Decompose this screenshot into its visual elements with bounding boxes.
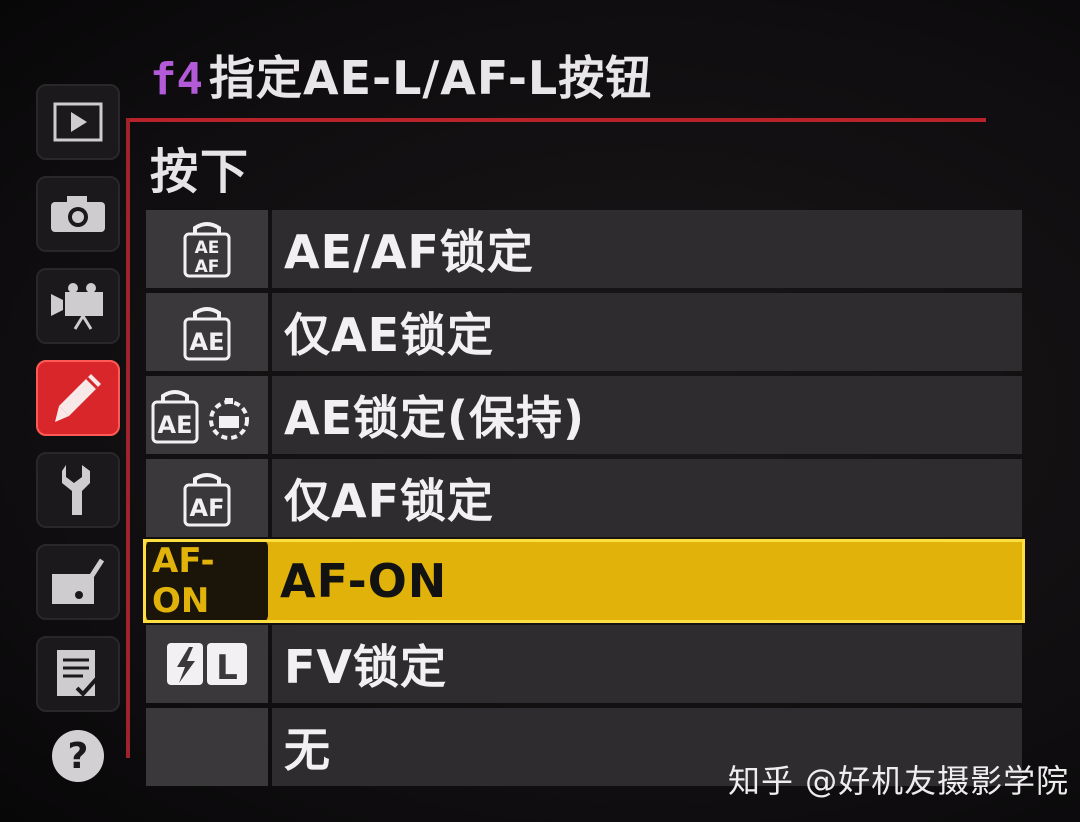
- option-label: 仅AF锁定: [272, 459, 1022, 537]
- pencil-icon: [55, 374, 101, 422]
- camera-menu-screen: f4 指定AE-L/AF-L按钮 ? 按下 AE AF AE/AF锁定 AE 仅…: [0, 0, 1080, 822]
- ae-lock-hold-icon: AE: [146, 376, 268, 454]
- option-ae-af-lock[interactable]: AE AF AE/AF锁定: [146, 210, 1022, 288]
- camera-icon: [51, 196, 105, 232]
- retouch-brush-icon: [52, 558, 105, 604]
- svg-text:AE: AE: [190, 328, 225, 356]
- option-ae-lock-hold[interactable]: AE AE锁定(保持): [146, 376, 1022, 454]
- checklist-icon: [57, 650, 101, 697]
- option-af-lock-only[interactable]: AF 仅AF锁定: [146, 459, 1022, 537]
- movie-camera-icon: [51, 283, 103, 330]
- af-on-icon: AF-ON: [146, 539, 268, 623]
- svg-text:AF: AF: [195, 257, 220, 277]
- option-ae-lock-only[interactable]: AE 仅AE锁定: [146, 293, 1022, 371]
- fv-lock-icon: L: [146, 625, 268, 703]
- wrench-icon: [62, 465, 90, 515]
- tab-movie[interactable]: [36, 268, 120, 344]
- menu-sidebar: ?: [36, 84, 120, 784]
- press-subheading: 按下: [150, 144, 251, 200]
- svg-text:AE: AE: [195, 238, 220, 258]
- tab-help[interactable]: ?: [36, 718, 120, 794]
- fv-lock-icon-text: L: [216, 648, 238, 688]
- svg-text:?: ?: [68, 736, 89, 777]
- option-label: 仅AE锁定: [272, 293, 1022, 371]
- option-label: FV锁定: [272, 625, 1022, 703]
- none-icon: [146, 708, 268, 786]
- af-lock-icon: AF: [146, 459, 268, 537]
- menu-title-text: 指定AE-L/AF-L按钮: [208, 51, 653, 105]
- tab-my-menu[interactable]: [36, 636, 120, 712]
- option-fv-lock[interactable]: L FV锁定: [146, 625, 1022, 703]
- tab-setup[interactable]: [36, 452, 120, 528]
- menu-code: f4: [150, 54, 203, 105]
- af-on-icon-text: AF-ON: [152, 541, 215, 621]
- svg-text:AE: AE: [158, 411, 193, 439]
- option-label: AE锁定(保持): [272, 376, 1022, 454]
- panel-border-top: [126, 118, 986, 122]
- tab-playback[interactable]: [36, 84, 120, 160]
- option-af-on[interactable]: AF-ON AF-ON: [143, 539, 1025, 623]
- tab-custom-settings[interactable]: [36, 360, 120, 436]
- panel-border-left: [126, 118, 130, 758]
- option-list: AE AF AE/AF锁定 AE 仅AE锁定 AE AE锁定(保持) AF 仅A…: [143, 210, 1025, 791]
- tab-shooting[interactable]: [36, 176, 120, 252]
- option-label: AF-ON: [268, 542, 1022, 620]
- watermark-text: 知乎 @好机友摄影学院: [728, 762, 1070, 800]
- svg-text:AF: AF: [190, 494, 225, 522]
- menu-title: f4 指定AE-L/AF-L按钮: [150, 42, 652, 112]
- tab-retouch[interactable]: [36, 544, 120, 620]
- option-label: AE/AF锁定: [272, 210, 1022, 288]
- ae-af-lock-icon: AE AF: [146, 210, 268, 288]
- play-icon: [53, 102, 103, 142]
- ae-lock-icon: AE: [146, 293, 268, 371]
- help-icon: ?: [52, 730, 104, 782]
